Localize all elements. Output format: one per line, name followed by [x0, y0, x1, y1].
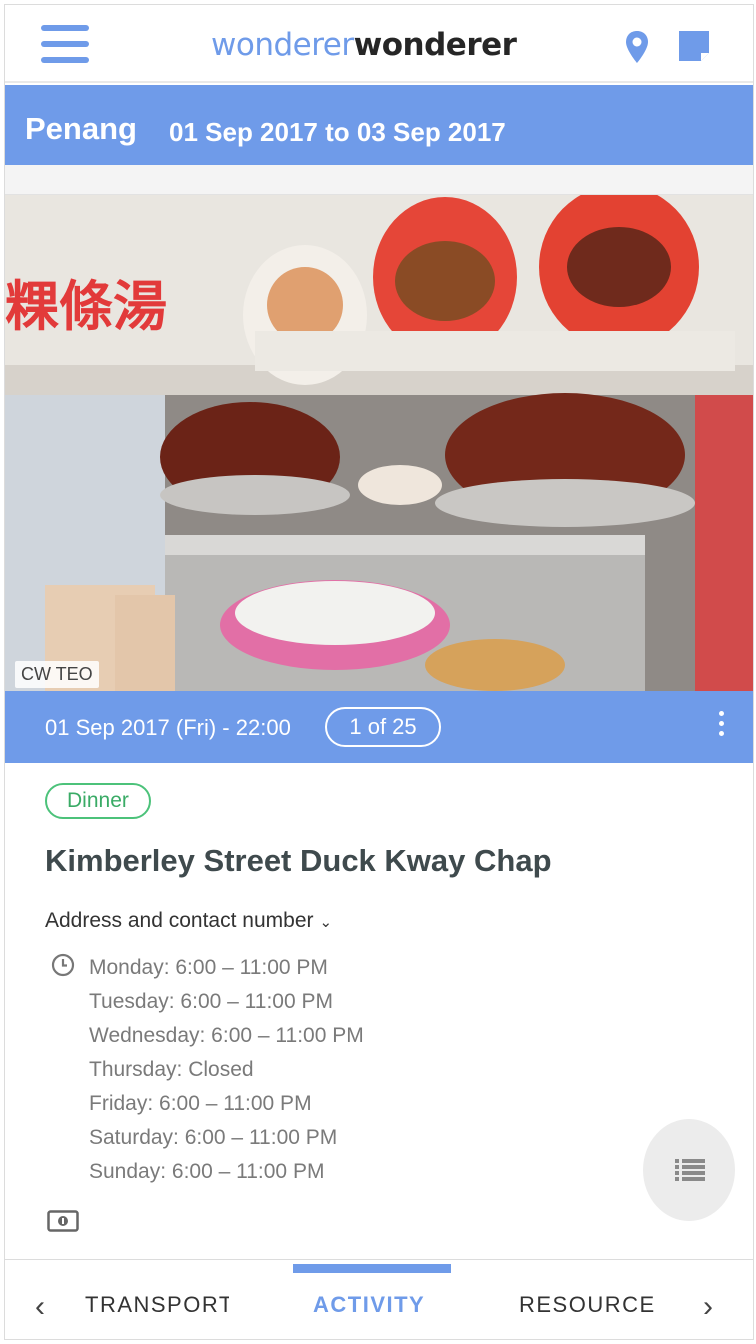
- activity-date-bar: 01 Sep 2017 (Fri) - 22:00 1 of 25: [5, 691, 753, 763]
- trip-city: Penang: [25, 111, 137, 146]
- divider-strip: [5, 165, 753, 195]
- notes-icon[interactable]: [677, 29, 711, 63]
- trip-bar: Penang 01 Sep 2017 to 03 Sep 2017: [5, 85, 753, 165]
- more-options-icon[interactable]: [713, 711, 729, 743]
- activity-counter[interactable]: 1 of 25: [325, 707, 441, 747]
- app-frame: wondererwonderer Penang 01 Sep 2017 to 0…: [4, 4, 754, 1340]
- tab-resource[interactable]: RESOURCE: [519, 1292, 656, 1318]
- hours-line: Wednesday: 6:00 – 11:00 PM: [89, 1024, 364, 1047]
- map-pin-icon[interactable]: [623, 29, 651, 65]
- logo-part-1: wonderer: [211, 27, 354, 63]
- svg-text:粿條湯: 粿條湯: [5, 275, 167, 338]
- chevron-down-icon: ⌄: [319, 914, 333, 931]
- cash-icon: [47, 1210, 79, 1232]
- hours-line: Monday: 6:00 – 11:00 PM: [89, 956, 328, 979]
- activity-title: Kimberley Street Duck Kway Chap: [45, 843, 552, 878]
- tab-transport[interactable]: TRANSPORT: [85, 1292, 229, 1318]
- top-header: wondererwonderer: [5, 5, 753, 83]
- clock-icon: [51, 953, 75, 977]
- photo-credit: CW TEO: [15, 661, 99, 688]
- logo-part-2: wonderer: [353, 27, 517, 63]
- hours-line: Sunday: 6:00 – 11:00 PM: [89, 1160, 325, 1183]
- list-icon: [675, 1159, 705, 1181]
- trip-dates: 01 Sep 2017 to 03 Sep 2017: [169, 117, 506, 147]
- hours-line: Thursday: Closed: [89, 1058, 254, 1081]
- address-toggle-label: Address and contact number: [45, 909, 314, 932]
- chevron-right-icon[interactable]: ›: [703, 1290, 713, 1324]
- list-view-button[interactable]: [643, 1119, 735, 1221]
- opening-hours: Monday: 6:00 – 11:00 PM Tuesday: 6:00 – …: [89, 951, 364, 1189]
- meal-tag: Dinner: [45, 783, 151, 819]
- hours-line: Tuesday: 6:00 – 11:00 PM: [89, 990, 333, 1013]
- hours-line: Saturday: 6:00 – 11:00 PM: [89, 1126, 338, 1149]
- address-toggle[interactable]: Address and contact number ⌄: [45, 909, 332, 933]
- tab-activity[interactable]: ACTIVITY: [313, 1292, 425, 1318]
- chevron-left-icon[interactable]: ‹: [35, 1290, 45, 1324]
- activity-photo[interactable]: 粿條湯 CW TEO: [5, 195, 753, 691]
- app-logo[interactable]: wondererwonderer: [211, 27, 517, 63]
- activity-datetime: 01 Sep 2017 (Fri) - 22:00: [45, 715, 291, 740]
- hamburger-menu-icon[interactable]: [41, 25, 91, 67]
- bottom-tab-bar: ‹ TRANSPORT ACTIVITY RESOURCE ›: [5, 1259, 753, 1339]
- hours-line: Friday: 6:00 – 11:00 PM: [89, 1092, 312, 1115]
- active-tab-indicator: [293, 1264, 451, 1273]
